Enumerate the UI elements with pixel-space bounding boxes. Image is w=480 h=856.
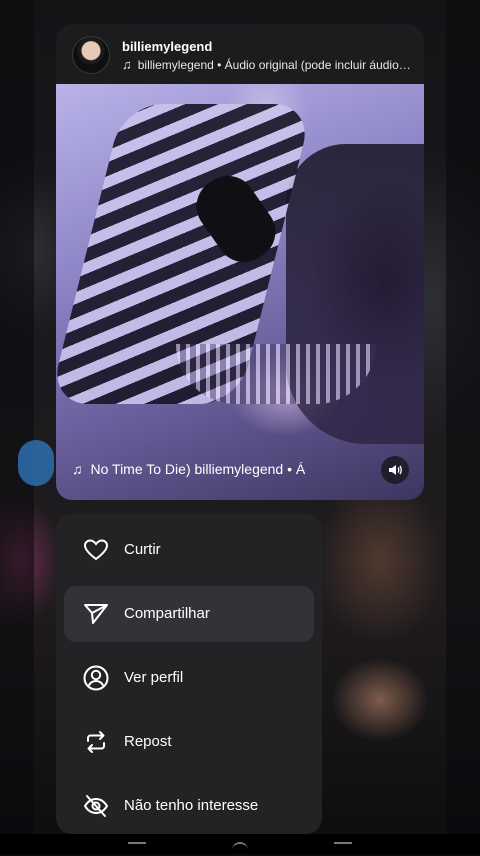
- left-dim-strip: [0, 0, 34, 854]
- menu-item-nao-tenho-interesse[interactable]: Não tenho interesse: [64, 778, 314, 834]
- menu-item-label: Curtir: [124, 541, 161, 558]
- side-control-button[interactable]: [18, 440, 54, 486]
- context-menu: Curtir Compartilhar Ver perfil Repost Nã…: [56, 514, 322, 834]
- music-note-icon: ♫: [122, 57, 132, 72]
- music-note-icon: ♫: [72, 461, 83, 477]
- audio-subtitle[interactable]: ♫ billiemylegend • Áudio original (pode i…: [122, 57, 412, 72]
- heart-icon: [83, 539, 109, 561]
- menu-item-compartilhar[interactable]: Compartilhar: [64, 586, 314, 642]
- video-necklace: [176, 344, 376, 404]
- menu-item-label: Não tenho interesse: [124, 797, 259, 814]
- eye-off-icon: [83, 795, 109, 817]
- right-dim-strip: [446, 0, 480, 854]
- speaker-icon: [389, 465, 402, 475]
- menu-item-label: Ver perfil: [124, 669, 184, 686]
- audio-subtitle-text: billiemylegend • Áudio original (pode in…: [137, 58, 411, 72]
- avatar[interactable]: [72, 36, 110, 74]
- menu-item-repost[interactable]: Repost: [64, 714, 314, 770]
- send-icon: [84, 604, 108, 624]
- menu-item-label: Repost: [124, 733, 172, 750]
- profile-icon: [83, 665, 109, 691]
- post-header: billiemylegend ♫ billiemylegend • Áudio o…: [56, 24, 424, 84]
- video-audio-text: No Time To Die) billiemylegend • Á: [90, 461, 306, 477]
- video-preview[interactable]: [56, 84, 424, 500]
- volume-button[interactable]: [381, 456, 409, 484]
- post-preview-card[interactable]: billiemylegend ♫ billiemylegend • Áudio o…: [56, 24, 424, 500]
- username[interactable]: billiemylegend: [122, 39, 212, 54]
- repost-icon: [87, 731, 105, 753]
- menu-item-label: Compartilhar: [124, 605, 210, 622]
- video-audio-label[interactable]: ♫ No Time To Die) billiemylegend • Á: [72, 461, 362, 477]
- menu-item-ver-perfil[interactable]: Ver perfil: [64, 650, 314, 706]
- menu-item-curtir[interactable]: Curtir: [64, 522, 314, 578]
